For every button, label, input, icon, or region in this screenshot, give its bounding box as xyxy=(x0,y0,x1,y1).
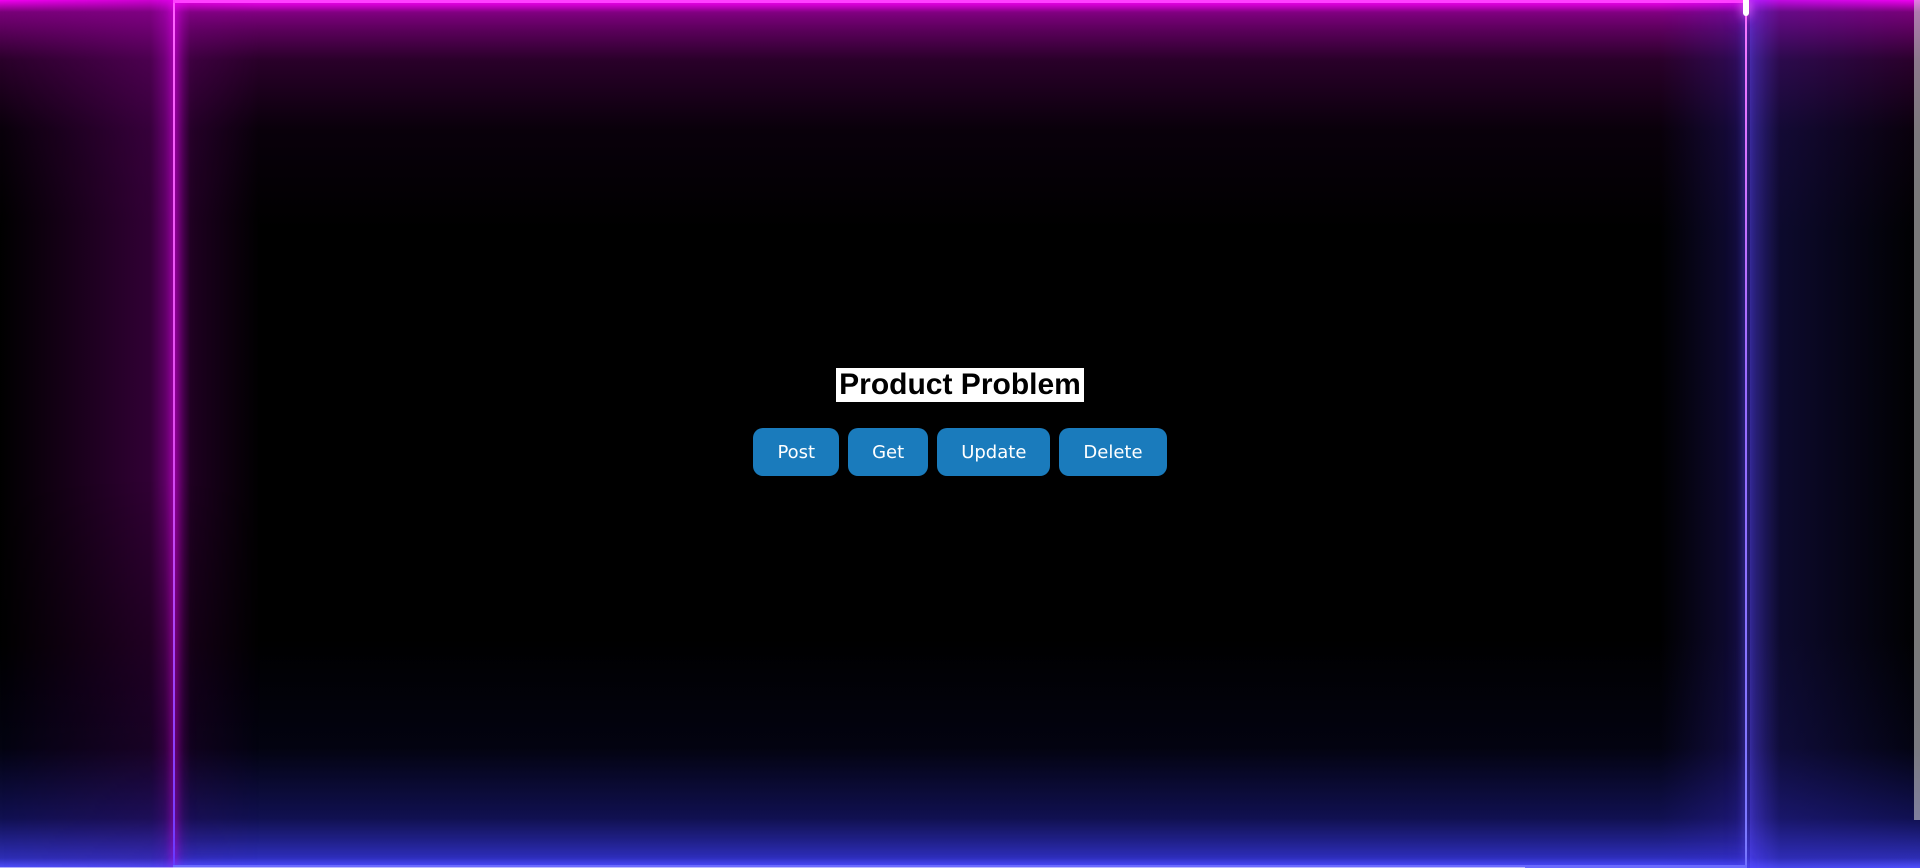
top-neon-line xyxy=(173,0,1747,3)
update-button[interactable]: Update xyxy=(937,428,1051,476)
bottom-glow xyxy=(0,638,1920,868)
get-button[interactable]: Get xyxy=(848,428,929,476)
neon-spark xyxy=(1743,0,1749,16)
neon-stage: Product Problem Post Get Update Delete xyxy=(0,0,1920,868)
post-button[interactable]: Post xyxy=(753,428,840,476)
delete-button[interactable]: Delete xyxy=(1059,428,1167,476)
action-buttons: Post Get Update Delete xyxy=(0,428,1920,476)
top-glow xyxy=(0,0,1920,230)
page-title: Product Problem xyxy=(836,368,1084,402)
main-content: Product Problem Post Get Update Delete xyxy=(0,368,1920,476)
